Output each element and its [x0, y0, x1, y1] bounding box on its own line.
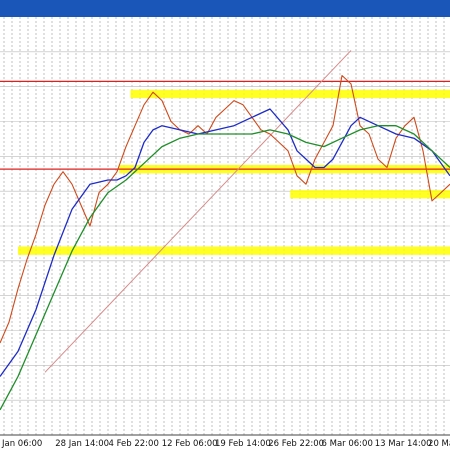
x-tick-label: 12 Feb 06:00 [162, 439, 218, 449]
x-tick-label: 20 Mar 22: [428, 439, 450, 449]
x-tick-label: 19 Feb 14:00 [215, 439, 271, 449]
chart-window: Jan 06:00 28 Jan 14:00 4 Feb 22:00 12 Feb 0… [0, 0, 450, 450]
zone-lower [18, 246, 450, 255]
x-tick-label: 4 Feb 22:00 [109, 439, 159, 449]
x-tick-label: 28 Jan 14:00 [55, 439, 109, 449]
x-tick-label: 6 Mar 06:00 [322, 439, 373, 449]
zone-upper [130, 89, 450, 99]
x-tick-label: 13 Mar 14:00 [375, 439, 432, 449]
x-axis-tick-labels: Jan 06:00 28 Jan 14:00 4 Feb 22:00 12 Feb 0… [1, 439, 450, 449]
x-tick-label: Jan 06:00 [1, 439, 42, 449]
price-chart: Jan 06:00 28 Jan 14:00 4 Feb 22:00 12 Feb 0… [0, 17, 450, 449]
zone-right [290, 190, 450, 199]
x-tick-label: 26 Feb 22:00 [268, 439, 324, 449]
